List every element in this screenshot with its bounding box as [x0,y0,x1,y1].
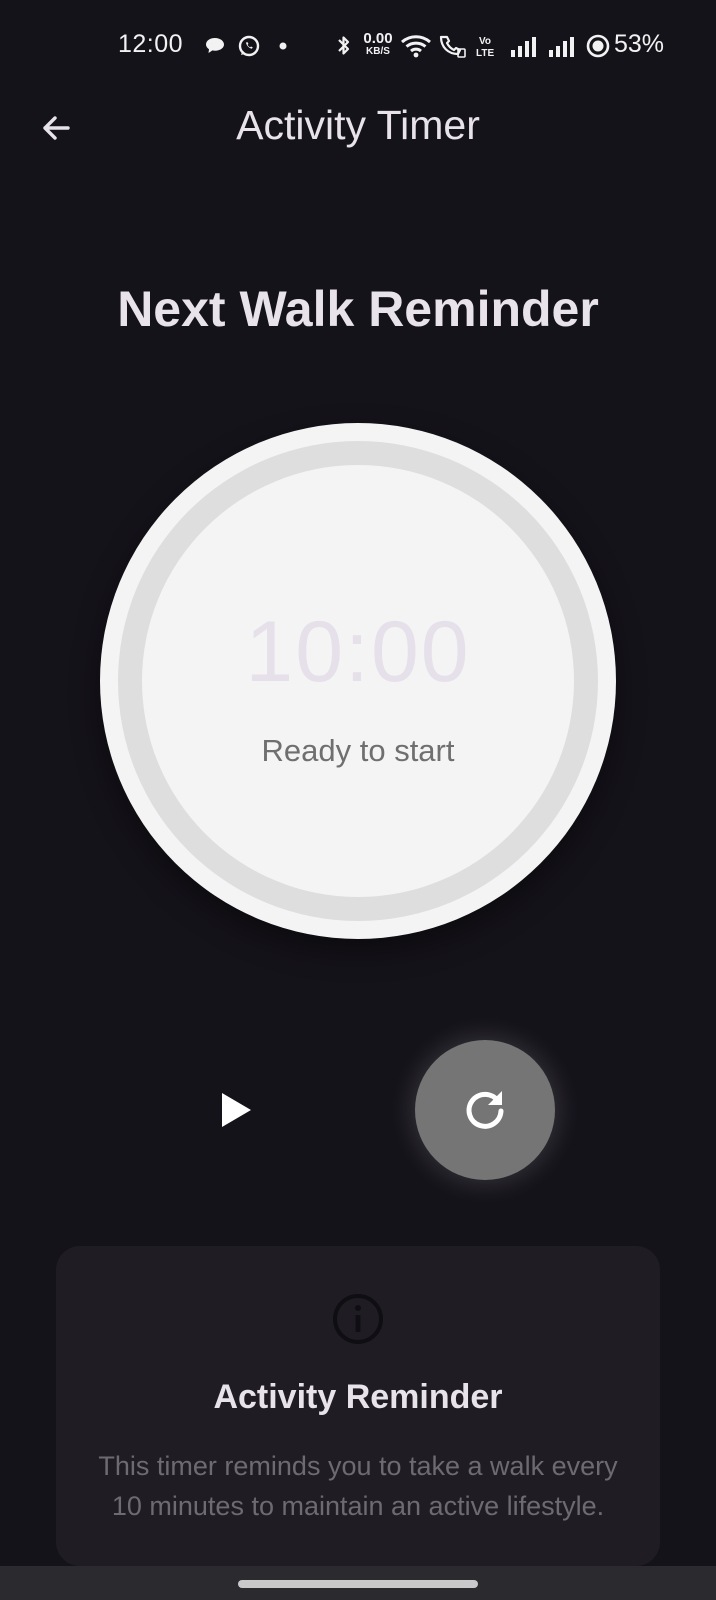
info-icon [333,1294,383,1344]
play-button[interactable] [196,1070,276,1150]
app-title: Activity Timer [236,102,480,148]
app-bar: Activity Timer [0,92,716,164]
battery-saver-icon [586,34,610,58]
gesture-handle[interactable] [238,1580,478,1588]
timer-status-text: Ready to start [261,733,455,768]
status-bar: 12:00 0.00 KB/S Vo LTE 53% [0,0,716,92]
net-speed-unit: KB/S [366,46,390,57]
net-speed: 0.00 KB/S [360,31,396,57]
dot-icon [279,42,287,50]
timer-dial: 10:00 Ready to start [100,423,616,939]
net-speed-value: 0.00 [363,30,393,47]
info-card-title: Activity Reminder [213,1378,503,1416]
wifi-icon [401,35,431,58]
info-card: Activity Reminder This timer reminds you… [56,1246,660,1566]
bluetooth-icon [338,36,350,55]
volte-icon: Vo LTE [476,36,494,59]
battery-percent: 53% [614,30,665,58]
svg-text:Vo: Vo [479,36,491,47]
reset-button[interactable] [415,1040,555,1180]
timer-countdown: 10:00 [245,604,471,700]
status-time: 12:00 [118,30,184,58]
signal-icon [511,37,536,57]
activity-timer-screen: 12:00 0.00 KB/S Vo LTE 53% Activity Time… [0,0,716,1600]
svg-text:LTE: LTE [476,48,494,59]
navigation-bar [0,1566,716,1600]
refresh-icon [466,1091,504,1129]
signal-icon [549,37,574,57]
wifi-calling-icon [439,35,466,58]
info-card-body: This timer reminds you to take a walk ev… [98,1451,618,1521]
play-icon [222,1093,251,1127]
page-heading: Next Walk Reminder [117,281,599,337]
chat-bubble-icon [206,38,224,53]
whatsapp-icon [238,35,260,57]
